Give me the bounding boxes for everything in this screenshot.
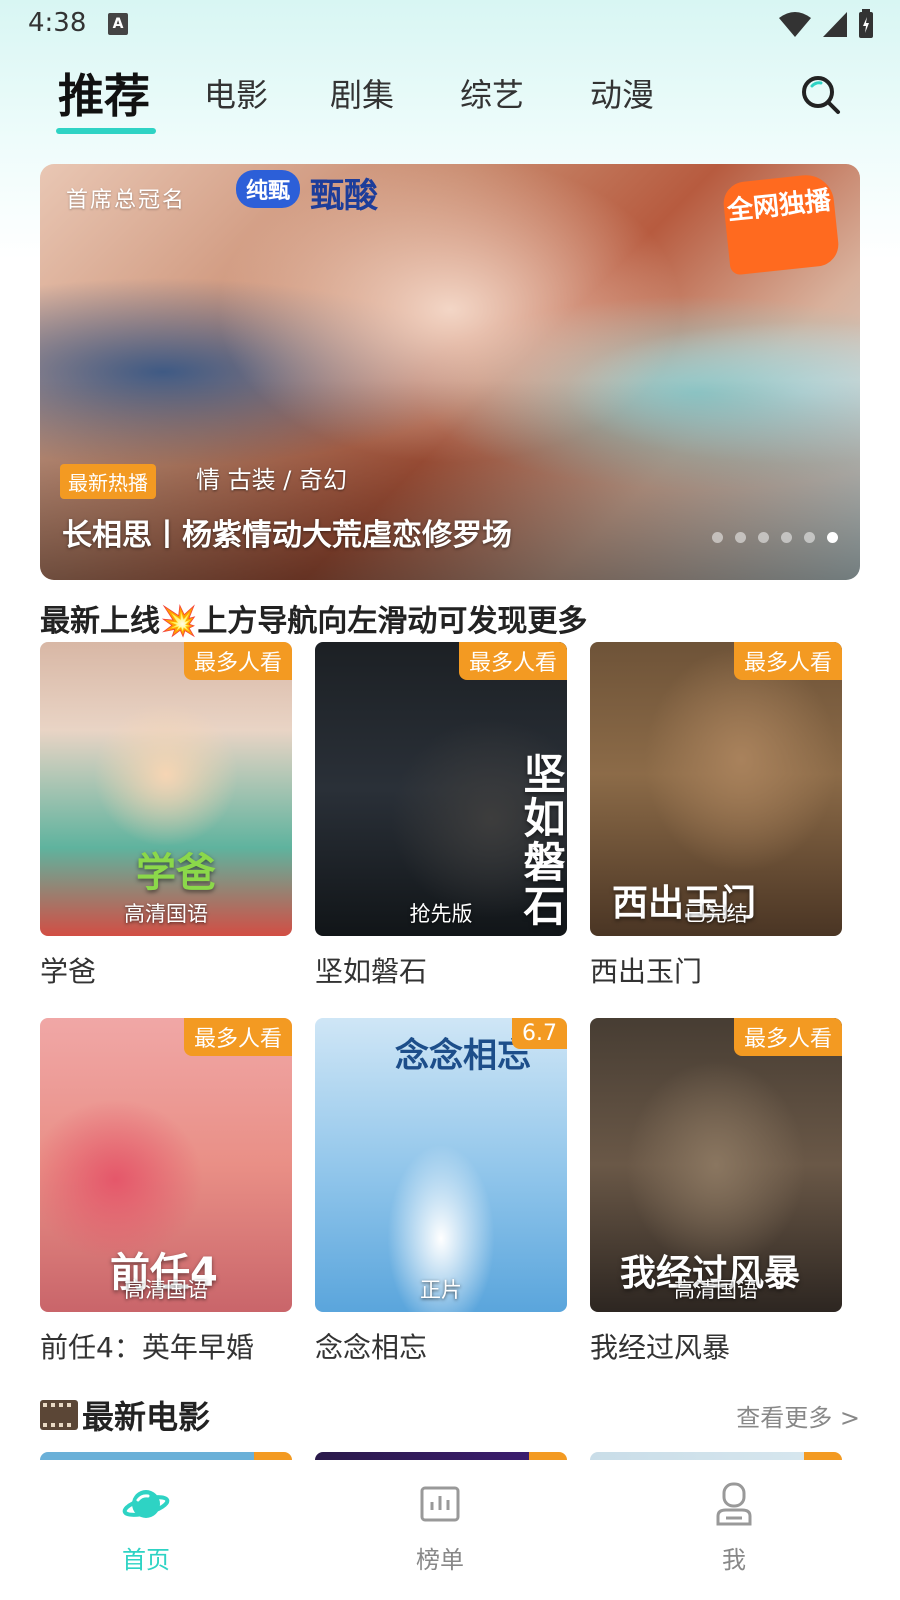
pagination-dot[interactable]: [758, 532, 769, 543]
tab-anime[interactable]: 动漫: [590, 70, 654, 116]
active-tab-indicator: [56, 128, 156, 134]
notification-icon: A: [108, 13, 128, 35]
poster-title-art: 念念相忘: [395, 1036, 531, 1076]
card-title: 西出玉门: [590, 955, 703, 988]
banner-tag: 最新热播: [60, 464, 156, 499]
media-card[interactable]: 坚如磐石 最多人看 抢先版 坚如磐石: [315, 642, 567, 990]
film-icon: [40, 1400, 78, 1430]
media-card[interactable]: 念念相忘 6.7 正片 念念相忘: [315, 1018, 567, 1366]
movies-section-label: 最新电影: [82, 1398, 211, 1436]
pagination-dot[interactable]: [804, 532, 815, 543]
card-title: 前任4：英年早婚: [40, 1331, 254, 1364]
poster-image: 西出玉门 最多人看 已完结: [590, 642, 842, 936]
nav-ranking[interactable]: 榜单: [370, 1480, 510, 1575]
banner-genre: 情 古装 / 奇幻: [196, 466, 347, 494]
sponsor-logo: 纯甄: [236, 170, 301, 208]
poster-caption: 高清国语: [674, 1278, 758, 1302]
poster-caption: 抢先版: [409, 902, 473, 926]
status-time: 4:38: [28, 8, 87, 38]
poster-badge: 最多人看: [183, 642, 292, 680]
status-bar: 4:38 A: [0, 0, 900, 48]
media-card[interactable]: 西出玉门 最多人看 已完结 西出玉门: [590, 642, 842, 990]
media-card[interactable]: 前任4 最多人看 高清国语 前任4：英年早婚: [40, 1018, 292, 1366]
media-card[interactable]: 我经过风暴 最多人看 高清国语 我经过风暴: [590, 1018, 842, 1366]
pagination-dot[interactable]: [712, 532, 723, 543]
featured-banner[interactable]: 首席总冠名 纯甄 甄酸 全网独播 最新热播 情 古装 / 奇幻 长相思丨杨紫情动…: [40, 164, 860, 580]
poster-image: 我经过风暴 最多人看 高清国语: [590, 1018, 842, 1312]
sponsor-text: 首席总冠名: [66, 188, 187, 213]
poster-badge: 6.7: [512, 1018, 567, 1049]
planet-icon: [122, 1490, 170, 1518]
banner-title: 长相思丨杨紫情动大荒虐恋修罗场: [62, 518, 512, 553]
banner-pagination: [712, 532, 838, 543]
media-card[interactable]: 学爸 最多人看 高清国语 学爸: [40, 642, 292, 990]
poster-badge: 最多人看: [733, 1018, 842, 1056]
movies-section-header: 最新电影 查看更多 >: [40, 1392, 860, 1436]
poster-caption: 高清国语: [124, 902, 208, 926]
tab-recommend[interactable]: 推荐: [58, 60, 150, 126]
nav-label: 首页: [122, 1546, 170, 1574]
poster-image: 念念相忘 6.7 正片: [315, 1018, 567, 1312]
movies-section-title: 最新电影: [40, 1392, 210, 1438]
status-icons: [778, 8, 874, 40]
signal-icon: [823, 12, 847, 37]
top-tab-bar: 推荐 电影 剧集 综艺 动漫: [0, 58, 900, 138]
poster-image: 坚如磐石 最多人看 抢先版: [315, 642, 567, 936]
search-icon[interactable]: [798, 72, 842, 116]
chart-icon: [420, 1486, 460, 1522]
card-title: 我经过风暴: [590, 1331, 731, 1364]
poster-caption: 高清国语: [124, 1278, 208, 1302]
sponsor-logo-secondary: 甄酸: [310, 176, 378, 216]
poster-title-art: 学爸: [136, 850, 216, 896]
tab-movies[interactable]: 电影: [204, 70, 268, 116]
bottom-nav: 首页 榜单 我: [0, 1460, 900, 1600]
battery-icon: [859, 9, 873, 38]
poster-badge: 最多人看: [458, 642, 567, 680]
nav-label: 榜单: [416, 1546, 464, 1574]
poster-image: 前任4 最多人看 高清国语: [40, 1018, 292, 1312]
user-icon: [716, 1482, 752, 1526]
tab-series[interactable]: 剧集: [330, 70, 394, 116]
section-title-new: 最新上线💥上方导航向左滑动可发现更多: [40, 604, 588, 639]
exclusive-badge: 全网独播: [721, 172, 841, 276]
card-title: 坚如磐石: [315, 955, 428, 988]
pagination-dot-active[interactable]: [827, 532, 838, 543]
pagination-dot[interactable]: [781, 532, 792, 543]
poster-caption: 正片: [420, 1278, 462, 1302]
pagination-dot[interactable]: [735, 532, 746, 543]
card-title: 学爸: [40, 955, 97, 988]
poster-badge: 最多人看: [733, 642, 842, 680]
card-title: 念念相忘: [315, 1331, 428, 1364]
nav-me[interactable]: 我: [664, 1480, 804, 1575]
poster-image: 学爸 最多人看 高清国语: [40, 642, 292, 936]
wifi-icon: [779, 12, 811, 37]
tab-variety[interactable]: 综艺: [460, 70, 524, 116]
poster-badge: 最多人看: [183, 1018, 292, 1056]
nav-home[interactable]: 首页: [76, 1480, 216, 1575]
see-more-link[interactable]: 查看更多 >: [736, 1398, 860, 1433]
nav-label: 我: [722, 1546, 746, 1574]
poster-caption: 已完结: [684, 902, 748, 926]
